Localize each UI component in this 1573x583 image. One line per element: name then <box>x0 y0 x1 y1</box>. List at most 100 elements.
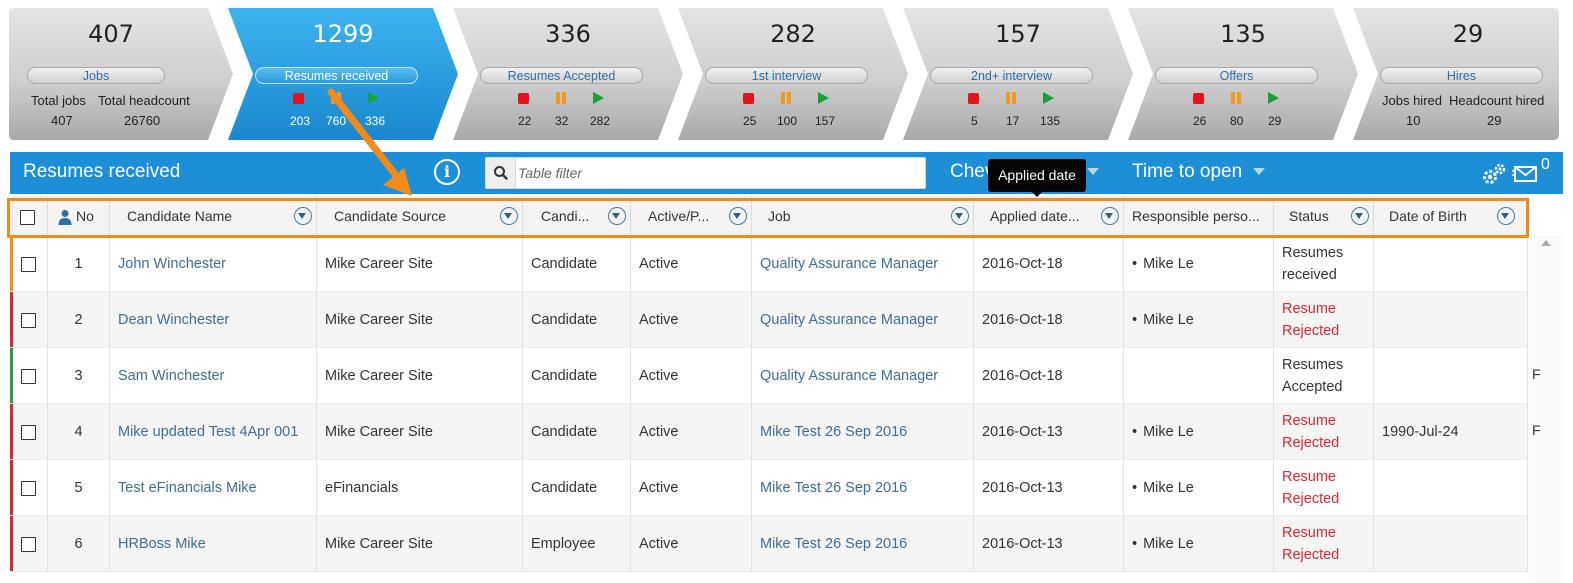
time-to-open-link[interactable]: Time to open <box>1132 161 1242 183</box>
rejected-count: 26 <box>1193 114 1207 128</box>
pause-icon[interactable] <box>555 92 567 104</box>
stage-resumes-accepted[interactable]: 336 Resumes Accepted 22 32 282 <box>478 0 658 148</box>
column-header-candidate-name[interactable]: Candidate Name <box>110 196 317 236</box>
candidate-name-link[interactable]: Dean Winchester <box>110 292 317 348</box>
filter-icon[interactable] <box>1087 168 1099 175</box>
column-header-candidate-source[interactable]: Candidate Source <box>317 196 523 236</box>
accepted-count: 29 <box>1268 114 1282 128</box>
row-checkbox[interactable] <box>21 480 36 496</box>
pause-icon[interactable] <box>1005 92 1017 104</box>
column-header-date-of-birth[interactable]: Date of Birth <box>1374 196 1528 236</box>
candidate-name-link[interactable]: Test eFinancials Mike <box>110 460 317 516</box>
column-header-job[interactable]: Job <box>752 196 974 236</box>
column-filter-icon[interactable] <box>1351 207 1369 225</box>
info-icon[interactable]: i <box>434 159 460 185</box>
column-filter-icon[interactable] <box>608 207 626 225</box>
column-header-status[interactable]: Status <box>1274 196 1374 236</box>
stage-label[interactable]: 2nd+ interview <box>930 67 1093 84</box>
candidate-type: Employee <box>523 516 631 572</box>
candidate-source: Mike Career Site <box>317 348 523 404</box>
row-select-cell <box>10 516 48 572</box>
stage-label[interactable]: Offers <box>1155 67 1318 84</box>
stop-icon[interactable] <box>1193 93 1204 104</box>
headcount-hired-label: Headcount hired <box>1449 93 1545 108</box>
stage-1st-interview[interactable]: 282 1st interview 25 100 157 <box>703 0 883 148</box>
candidate-type: Candidate <box>523 460 631 516</box>
stage-label[interactable]: Jobs <box>27 67 165 84</box>
column-filter-icon[interactable] <box>1101 207 1119 225</box>
on-hold-count: 760 <box>326 114 347 128</box>
row-checkbox[interactable] <box>21 256 36 272</box>
stage-status-icons <box>253 92 433 106</box>
pause-icon[interactable] <box>1230 92 1242 104</box>
table-filter-input[interactable] <box>518 160 918 186</box>
column-filter-icon[interactable] <box>500 207 518 225</box>
column-filter-icon[interactable] <box>729 207 747 225</box>
rejected-count: 203 <box>290 114 311 128</box>
settings-gear-icon[interactable] <box>1481 162 1507 186</box>
pause-icon[interactable] <box>780 92 792 104</box>
play-icon[interactable] <box>593 92 604 104</box>
row-select-cell <box>10 236 48 292</box>
table-row[interactable]: 3 Sam Winchester Mike Career Site Candid… <box>10 348 1528 404</box>
column-header-active[interactable]: Active/P... <box>631 196 752 236</box>
stage-count: 282 <box>770 20 816 48</box>
stage-jobs[interactable]: 407 Jobs Total jobs Total headcount 407 … <box>14 0 208 148</box>
active-status: Active <box>631 404 752 460</box>
responsible-person <box>1124 348 1274 404</box>
pause-icon[interactable] <box>330 92 342 104</box>
stop-icon[interactable] <box>743 93 754 104</box>
play-icon[interactable] <box>368 92 379 104</box>
scroll-up-arrow-icon[interactable] <box>1541 240 1551 246</box>
table-scrollbar[interactable] <box>1529 236 1563 583</box>
job-link[interactable]: Mike Test 26 Sep 2016 <box>752 460 974 516</box>
stage-label[interactable]: Hires <box>1380 67 1543 84</box>
table-row[interactable]: 6 HRBoss Mike Mike Career Site Employee … <box>10 516 1528 572</box>
table-row[interactable]: 1 John Winchester Mike Career Site Candi… <box>10 236 1528 292</box>
column-header-candidate-type[interactable]: Candi... <box>523 196 631 236</box>
filter-icon[interactable] <box>1253 168 1265 175</box>
table-row[interactable]: 4 Mike updated Test 4Apr 001 Mike Career… <box>10 404 1528 460</box>
select-all-checkbox[interactable] <box>20 209 35 225</box>
column-header-applied-date[interactable]: Applied date... <box>974 196 1124 236</box>
column-filter-icon[interactable] <box>294 207 312 225</box>
column-header-label: Date of Birth <box>1389 208 1467 224</box>
stage-label[interactable]: Resumes Accepted <box>480 67 643 84</box>
candidate-name-link[interactable]: John Winchester <box>110 236 317 292</box>
applied-date: 2016-Oct-13 <box>974 404 1124 460</box>
stop-icon[interactable] <box>968 93 979 104</box>
job-link[interactable]: Mike Test 26 Sep 2016 <box>752 516 974 572</box>
table-filter[interactable] <box>485 157 926 189</box>
stage-2nd-interview[interactable]: 157 2nd+ interview 5 17 135 <box>928 0 1108 148</box>
table-row[interactable]: 2 Dean Winchester Mike Career Site Candi… <box>10 292 1528 348</box>
job-link[interactable]: Quality Assurance Manager <box>752 236 974 292</box>
play-icon[interactable] <box>818 92 829 104</box>
stage-offers[interactable]: 135 Offers 26 80 29 <box>1153 0 1333 148</box>
candidate-name-link[interactable]: Sam Winchester <box>110 348 317 404</box>
row-checkbox[interactable] <box>21 424 36 440</box>
column-filter-icon[interactable] <box>951 207 969 225</box>
job-link[interactable]: Quality Assurance Manager <box>752 348 974 404</box>
job-link[interactable]: Quality Assurance Manager <box>752 292 974 348</box>
candidate-name-link[interactable]: Mike updated Test 4Apr 001 <box>110 404 317 460</box>
row-checkbox[interactable] <box>21 312 36 328</box>
column-header-no[interactable]: No <box>48 196 110 236</box>
row-checkbox[interactable] <box>21 368 36 384</box>
column-header-responsible-person[interactable]: Responsible perso... <box>1124 196 1274 236</box>
candidate-source: Mike Career Site <box>317 516 523 572</box>
table-row[interactable]: 5 Test eFinancials Mike eFinancials Cand… <box>10 460 1528 516</box>
stop-icon[interactable] <box>293 93 304 104</box>
rejected-count: 25 <box>743 114 757 128</box>
stop-icon[interactable] <box>518 93 529 104</box>
job-link[interactable]: Mike Test 26 Sep 2016 <box>752 404 974 460</box>
candidate-name-link[interactable]: HRBoss Mike <box>110 516 317 572</box>
stage-hires[interactable]: 29 Hires Jobs hired Headcount hired 10 2… <box>1378 0 1558 148</box>
stage-label[interactable]: 1st interview <box>705 67 868 84</box>
row-checkbox[interactable] <box>21 536 36 552</box>
mail-icon[interactable] <box>1512 162 1538 184</box>
column-filter-icon[interactable] <box>1497 207 1515 225</box>
stage-label[interactable]: Resumes received <box>255 67 418 84</box>
play-icon[interactable] <box>1268 92 1279 104</box>
play-icon[interactable] <box>1043 92 1054 104</box>
stage-resumes-received[interactable]: 1299 Resumes received 203 760 336 <box>253 0 433 148</box>
